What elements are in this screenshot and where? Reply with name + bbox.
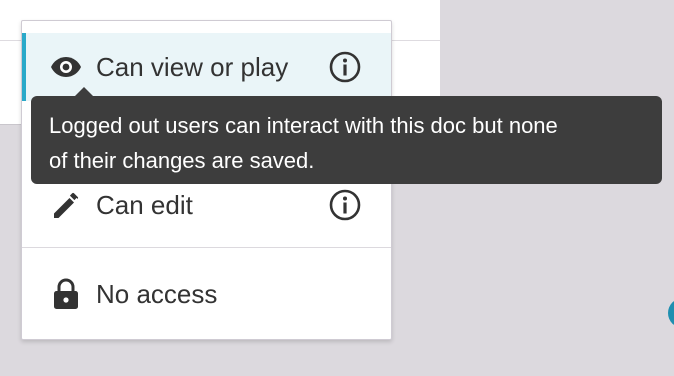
tooltip-line: of their changes are saved. bbox=[49, 148, 315, 173]
menu-separator bbox=[22, 247, 391, 248]
tooltip: Logged out users can interact with this … bbox=[31, 87, 662, 184]
info-icon[interactable] bbox=[328, 50, 362, 84]
menu-item-label: Can edit bbox=[96, 189, 193, 220]
partial-avatar[interactable] bbox=[668, 298, 674, 328]
menu-item-label: Can view or play bbox=[96, 51, 289, 82]
info-icon[interactable] bbox=[328, 188, 362, 222]
lock-icon bbox=[50, 278, 82, 310]
menu-item-no-access[interactable]: No access bbox=[22, 259, 391, 329]
eye-icon bbox=[50, 51, 82, 83]
pencil-icon bbox=[50, 189, 82, 221]
menu-item-label: No access bbox=[96, 278, 218, 309]
tooltip-line: Logged out users can interact with this … bbox=[49, 113, 558, 138]
